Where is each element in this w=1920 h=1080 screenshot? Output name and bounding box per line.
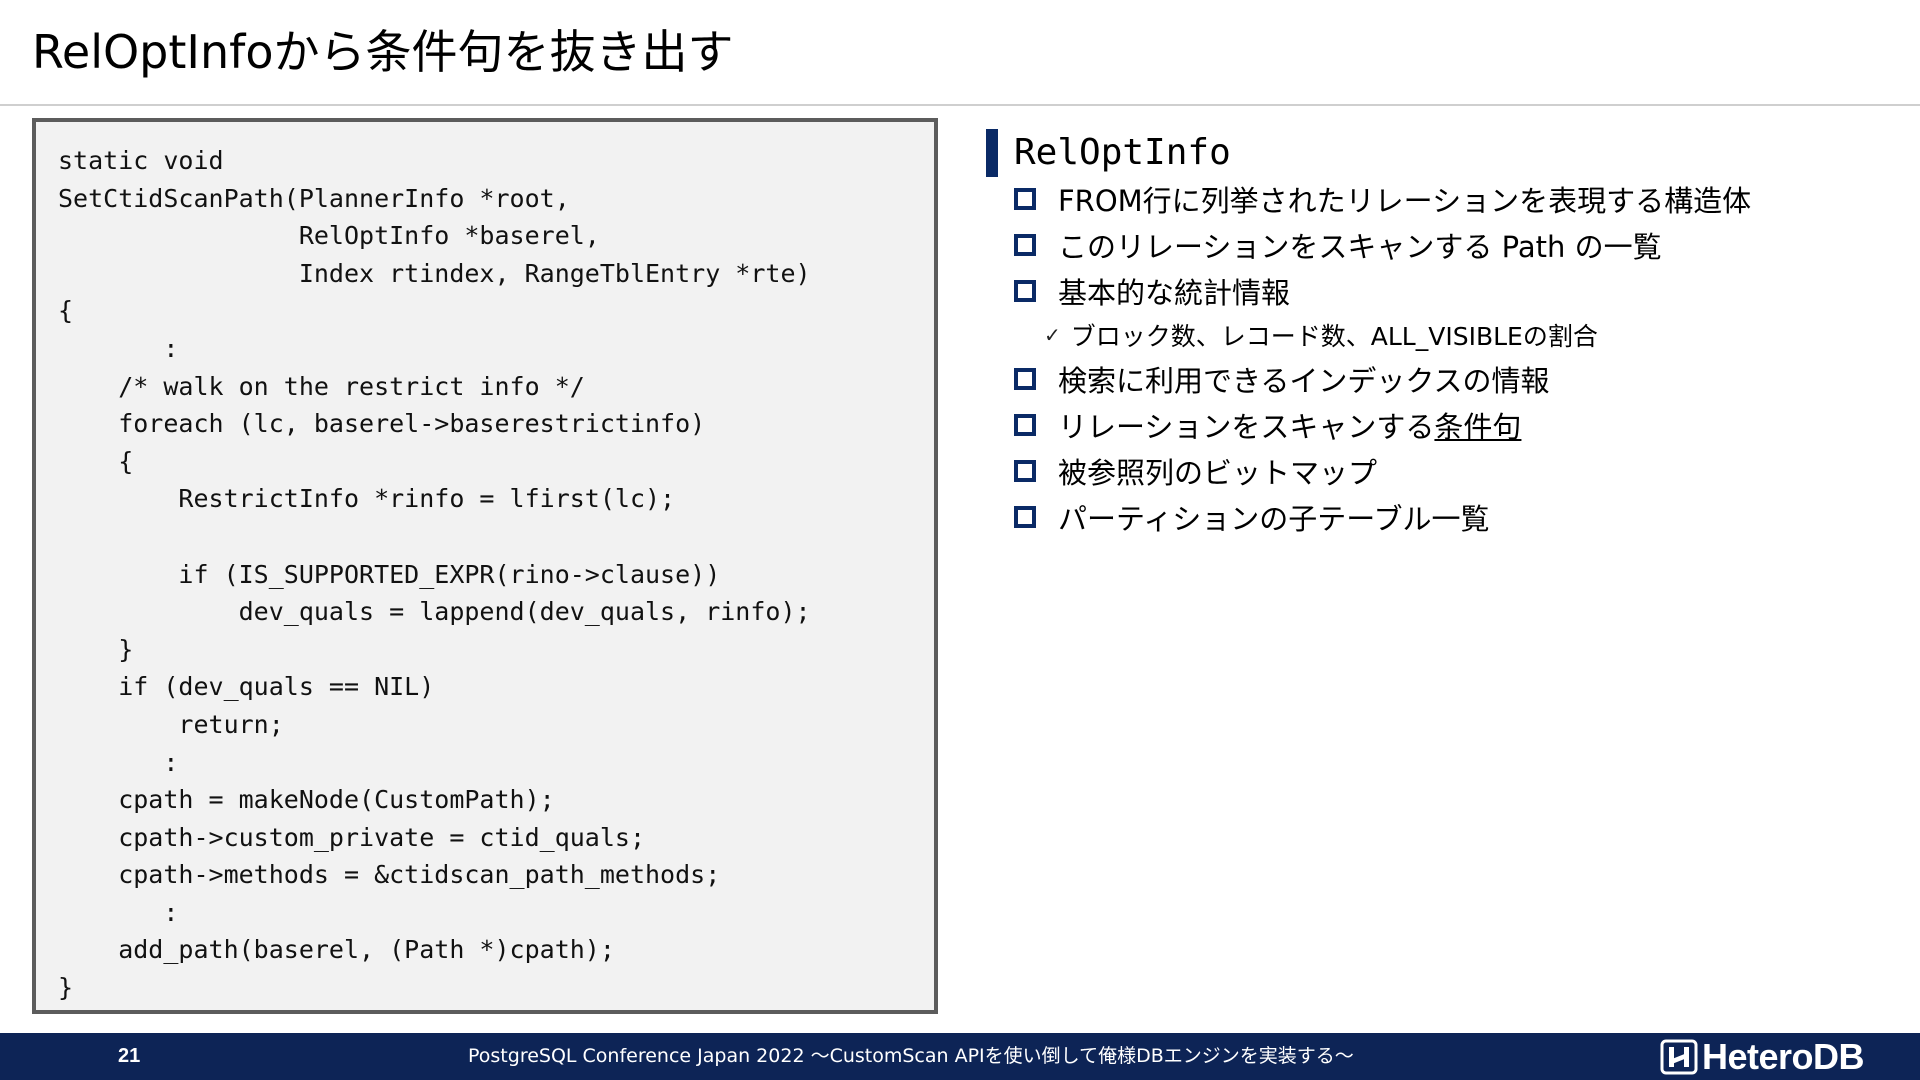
code-line: cpath->custom_private = ctid_quals; bbox=[58, 822, 645, 852]
code-line: dev_quals = lappend(dev_quals, rinfo); bbox=[58, 597, 811, 627]
code-line: SetCtidScanPath(PlannerInfo *root, bbox=[58, 183, 570, 213]
list-item-text: 基本的な統計情報 bbox=[1058, 276, 1291, 310]
square-bullet-icon bbox=[1014, 506, 1036, 528]
code-line: RelOptInfo *baserel, bbox=[58, 221, 600, 251]
code-block: static void SetCtidScanPath(PlannerInfo … bbox=[32, 118, 938, 1014]
square-bullet-icon bbox=[1014, 188, 1036, 210]
square-bullet-icon bbox=[1014, 280, 1036, 302]
list-item-text: FROM行に列挙されたリレーションを表現する構造体 bbox=[1058, 184, 1752, 218]
check-icon: ✓ bbox=[1044, 323, 1061, 347]
code-line: /* walk on the restrict info */ bbox=[58, 371, 585, 401]
heterodb-logo: HeteroDB bbox=[1660, 1036, 1865, 1077]
code-line: } bbox=[58, 634, 134, 664]
code-line: cpath->methods = &ctidscan_path_methods; bbox=[58, 860, 721, 890]
list-item: リレーションをスキャンする 条件句 bbox=[1014, 402, 1894, 448]
square-bullet-icon bbox=[1014, 414, 1036, 436]
code-line: foreach (lc, baserel->baserestrictinfo) bbox=[58, 409, 706, 439]
heading-accent-bar bbox=[986, 129, 998, 177]
list-item-text: リレーションをスキャンする bbox=[1058, 410, 1435, 444]
list-item: このリレーションをスキャンする Path の一覧 bbox=[1014, 222, 1894, 268]
page-number: 21 bbox=[118, 1045, 141, 1067]
list-item-text: 被参照列のビットマップ bbox=[1058, 456, 1378, 490]
code-line: : bbox=[58, 747, 179, 777]
sub-list-item: ✓ ブロック数、レコード数、ALL_VISIBLEの割合 bbox=[1014, 314, 1894, 356]
code-line: } bbox=[58, 973, 74, 1003]
list-item-text: 検索に利用できるインデックスの情報 bbox=[1058, 364, 1550, 398]
list-item: 被参照列のビットマップ bbox=[1014, 448, 1894, 494]
code-line: add_path(baserel, (Path *)cpath); bbox=[58, 935, 615, 965]
sub-list-item-text: ブロック数、レコード数、ALL_VISIBLEの割合 bbox=[1070, 322, 1598, 351]
section-heading: RelOptInfo bbox=[986, 128, 1231, 178]
code-line: return; bbox=[58, 709, 284, 739]
code-line: Index rtindex, RangeTblEntry *rte) bbox=[58, 258, 811, 288]
square-bullet-icon bbox=[1014, 234, 1036, 256]
code-line: : bbox=[58, 897, 179, 927]
list-item: 検索に利用できるインデックスの情報 bbox=[1014, 356, 1894, 402]
heading-text: RelOptInfo bbox=[1014, 132, 1231, 173]
list-item: パーティションの子テーブル一覧 bbox=[1014, 494, 1894, 540]
heterodb-logo-icon bbox=[1660, 1039, 1698, 1075]
underlined-term: 条件句 bbox=[1434, 410, 1522, 444]
code-line: if (dev_quals == NIL) bbox=[58, 672, 435, 702]
title-divider bbox=[0, 104, 1920, 106]
list-item: FROM行に列挙されたリレーションを表現する構造体 bbox=[1014, 176, 1894, 222]
square-bullet-icon bbox=[1014, 368, 1036, 390]
list-item-text: このリレーションをスキャンする Path の一覧 bbox=[1058, 230, 1662, 264]
footer-text: PostgreSQL Conference Japan 2022 〜Custom… bbox=[468, 1045, 1354, 1067]
logo-text: HeteroDB bbox=[1702, 1036, 1865, 1077]
list-item: 基本的な統計情報 bbox=[1014, 268, 1894, 314]
code-line: RestrictInfo *rinfo = lfirst(lc); bbox=[58, 484, 676, 514]
slide-title: RelOptInfoから条件句を抜き出す bbox=[32, 25, 734, 79]
code-line: { bbox=[58, 296, 74, 326]
footer-bar: 21 PostgreSQL Conference Japan 2022 〜Cus… bbox=[0, 1033, 1920, 1080]
code-line: if (IS_SUPPORTED_EXPR(rino->clause)) bbox=[58, 559, 721, 589]
code-line: : bbox=[58, 333, 179, 363]
code-line: cpath = makeNode(CustomPath); bbox=[58, 785, 555, 815]
code-line: { bbox=[58, 446, 134, 476]
code-line: static void bbox=[58, 146, 224, 175]
square-bullet-icon bbox=[1014, 460, 1036, 482]
list-item-text: パーティションの子テーブル一覧 bbox=[1058, 502, 1490, 536]
bullet-list: FROM行に列挙されたリレーションを表現する構造体 このリレーションをスキャンす… bbox=[1014, 176, 1894, 540]
